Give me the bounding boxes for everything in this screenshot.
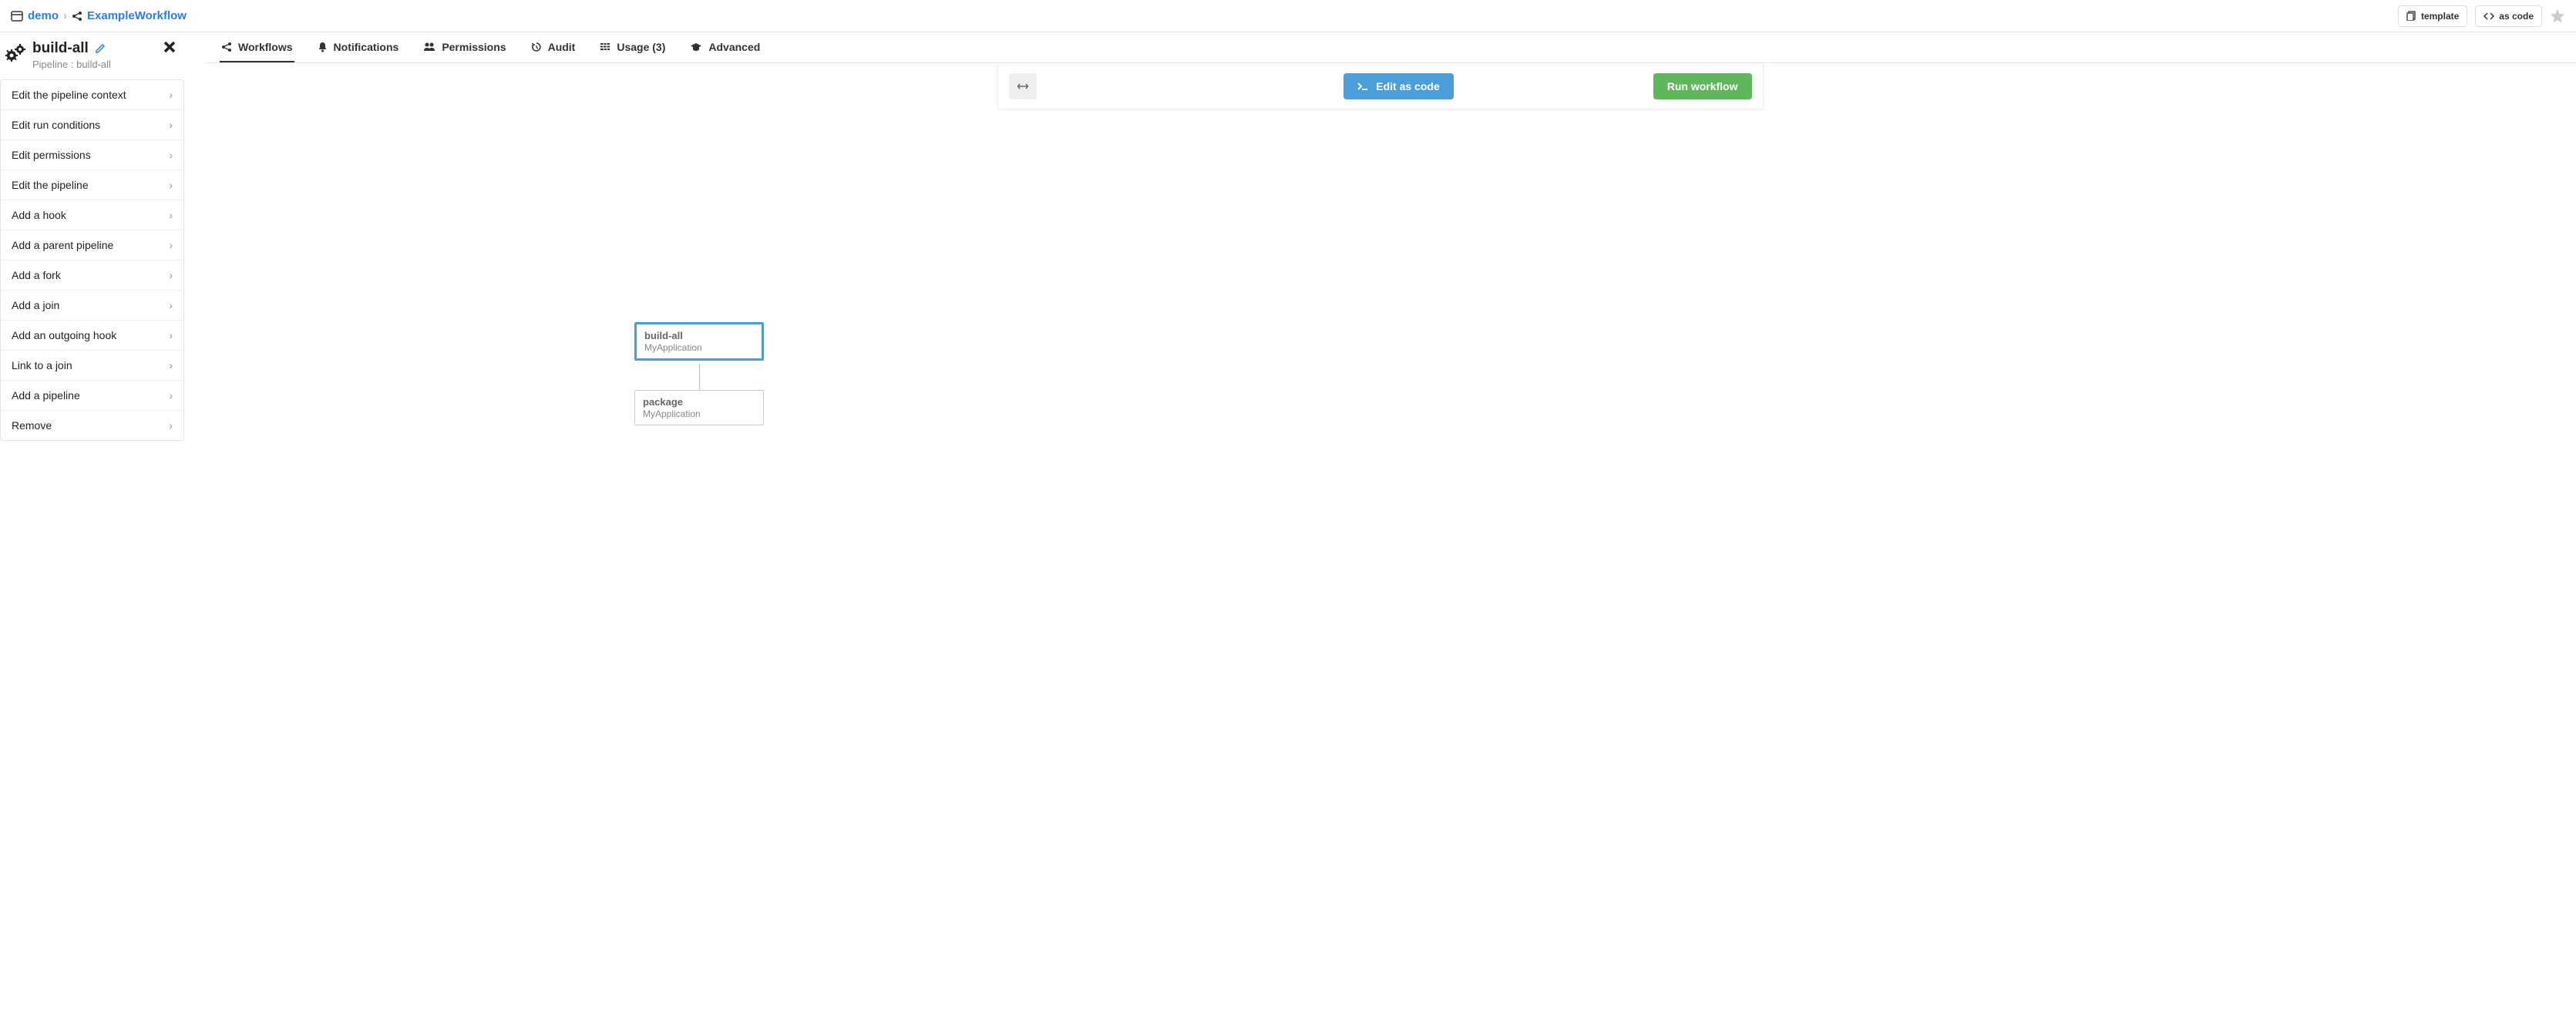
tab-advanced[interactable]: Advanced [688,32,762,62]
sidebar-header: build-all Pipeline : build-all [0,32,184,76]
breadcrumb-workflow-link[interactable]: ExampleWorkflow [87,9,187,22]
chevron-right-icon: › [169,419,173,432]
page-title: build-all [32,40,89,57]
chevron-right-icon: › [169,359,173,371]
share-icon [72,11,82,22]
tab-label: Advanced [708,41,760,53]
edit-pencil-icon[interactable] [95,43,106,54]
sidebar-item-add-fork[interactable]: Add a fork › [1,260,183,291]
bell-icon [318,42,328,52]
tab-usage[interactable]: Usage (3) [598,32,667,62]
template-button-label: template [2421,11,2459,22]
sidebar-item-label: Add a hook [12,209,66,221]
sidebar-item-remove[interactable]: Remove › [1,411,183,440]
node-subtitle: MyApplication [644,342,754,353]
as-code-button-label: as code [2499,11,2534,22]
template-button[interactable]: template [2398,5,2467,27]
sidebar-item-add-parent-pipeline[interactable]: Add a parent pipeline › [1,230,183,260]
as-code-button[interactable]: as code [2475,5,2542,27]
page-subtitle: Pipeline : build-all [32,59,175,70]
chevron-right-icon: › [169,179,173,191]
topbar: demo › ExampleWorkflow template as code [0,0,2576,32]
edit-as-code-label: Edit as code [1376,80,1439,92]
chevron-right-icon: › [169,269,173,281]
node-connector [699,364,700,390]
breadcrumb-project-link[interactable]: demo [28,9,59,22]
tab-workflows[interactable]: Workflows [220,32,294,62]
copy-icon [2406,11,2416,21]
tab-permissions[interactable]: Permissions [422,32,507,62]
run-workflow-button[interactable]: Run workflow [1653,73,1752,99]
breadcrumb-separator: › [63,9,67,22]
share-icon [221,42,232,52]
node-subtitle: MyApplication [643,408,755,419]
sidebar-item-label: Remove [12,419,52,432]
map-icon [600,42,610,52]
topbar-actions: template as code [2398,5,2565,27]
graduation-cap-icon [690,42,702,52]
tab-label: Audit [548,41,576,53]
sidebar: build-all Pipeline : build-all Edit the … [0,32,184,479]
sidebar-item-add-join[interactable]: Add a join › [1,291,183,321]
sidebar-item-edit-run-conditions[interactable]: Edit run conditions › [1,110,183,140]
chevron-right-icon: › [169,89,173,101]
sidebar-item-label: Add an outgoing hook [12,329,116,341]
sidebar-item-label: Edit the pipeline context [12,89,126,101]
sidebar-item-label: Add a join [12,299,59,311]
node-title: build-all [644,330,754,341]
chevron-right-icon: › [169,329,173,341]
expand-toggle-button[interactable] [1009,73,1037,99]
sidebar-item-label: Edit run conditions [12,119,100,131]
terminal-icon [1357,82,1368,91]
node-title: package [643,396,755,408]
workflow-canvas[interactable]: build-all MyApplication package MyApplic… [184,109,2576,479]
sidebar-item-edit-pipeline[interactable]: Edit the pipeline › [1,170,183,200]
sidebar-item-label: Edit the pipeline [12,179,89,191]
history-icon [531,42,542,52]
sidebar-item-edit-permissions[interactable]: Edit permissions › [1,140,183,170]
tab-label: Workflows [238,41,293,53]
tab-notifications[interactable]: Notifications [316,32,401,62]
edit-as-code-button[interactable]: Edit as code [1343,73,1453,99]
chevron-right-icon: › [169,299,173,311]
tab-label: Usage (3) [617,41,665,53]
sidebar-item-label: Edit permissions [12,149,91,161]
sidebar-item-label: Add a parent pipeline [12,239,113,251]
favorite-star-icon[interactable] [2550,8,2565,24]
action-bar: Edit as code Run workflow [997,63,1764,109]
tab-label: Permissions [442,41,506,53]
run-workflow-label: Run workflow [1667,80,1738,92]
chevron-right-icon: › [169,239,173,251]
close-icon[interactable] [163,40,177,54]
sidebar-item-link-to-join[interactable]: Link to a join › [1,351,183,381]
arrows-horizontal-icon [1017,82,1029,90]
tab-label: Notifications [334,41,399,53]
chevron-right-icon: › [169,389,173,402]
sidebar-item-add-hook[interactable]: Add a hook › [1,200,183,230]
sidebar-item-label: Link to a join [12,359,72,371]
users-icon [423,42,435,52]
workflow-node-build-all[interactable]: build-all MyApplication [634,322,764,361]
breadcrumb: demo › ExampleWorkflow [11,9,187,22]
chevron-right-icon: › [169,149,173,161]
sidebar-item-label: Add a pipeline [12,389,80,402]
code-icon [2484,12,2494,21]
tabs: Workflows Notifications Permissions Audi… [206,32,2576,63]
sidebar-item-label: Add a fork [12,269,61,281]
sidebar-item-edit-context[interactable]: Edit the pipeline context › [1,80,183,110]
tab-audit[interactable]: Audit [530,32,577,62]
chevron-right-icon: › [169,209,173,221]
content-area: Workflows Notifications Permissions Audi… [184,32,2576,479]
chevron-right-icon: › [169,119,173,131]
sidebar-item-add-pipeline[interactable]: Add a pipeline › [1,381,183,411]
workflow-node-package[interactable]: package MyApplication [634,390,764,425]
database-icon [11,11,23,22]
sidebar-menu: Edit the pipeline context › Edit run cond… [0,79,184,441]
gears-icon [5,42,26,63]
sidebar-item-add-outgoing-hook[interactable]: Add an outgoing hook › [1,321,183,351]
